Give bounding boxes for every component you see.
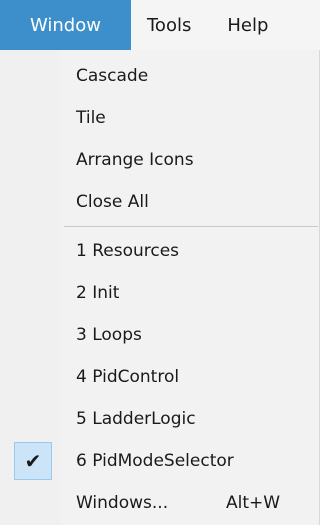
menu-separator [64, 226, 318, 227]
menu-item-arrange-icons[interactable]: Arrange Icons [0, 139, 318, 181]
menu-item-window-3[interactable]: 3 Loops [0, 314, 318, 356]
checkmark-icon: ✔ [14, 442, 52, 480]
menu-item-windows[interactable]: Windows... Alt+W [0, 482, 318, 524]
menu-item-label: Cascade [76, 66, 149, 86]
menu-item-window-1[interactable]: 1 Resources [0, 230, 318, 272]
menu-item-label: Windows... [76, 493, 169, 513]
menu-item-window-4[interactable]: 4 PidControl [0, 356, 318, 398]
menu-item-label: 4 PidControl [76, 367, 180, 387]
menu-window[interactable]: Window [0, 0, 131, 50]
menu-item-label: 6 PidModeSelector [76, 451, 234, 471]
menu-item-label: Tile [76, 108, 106, 128]
menu-item-window-5[interactable]: 5 LadderLogic [0, 398, 318, 440]
menu-item-cascade[interactable]: Cascade [0, 55, 318, 97]
menu-help[interactable]: Help [209, 0, 282, 50]
menu-tools[interactable]: Tools [131, 0, 209, 50]
menu-item-label: 1 Resources [76, 241, 180, 261]
menu-item-shortcut: Alt+W [226, 493, 281, 513]
menu-bar: Window Tools Help [0, 0, 320, 50]
window-dropdown-menu: Cascade Tile Arrange Icons Close All 1 R… [0, 50, 320, 525]
menu-item-label: 2 Init [76, 283, 120, 303]
menu-item-window-2[interactable]: 2 Init [0, 272, 318, 314]
menu-item-close-all[interactable]: Close All [0, 181, 318, 223]
menu-item-label: 3 Loops [76, 325, 142, 345]
menu-item-window-6[interactable]: ✔ 6 PidModeSelector [0, 440, 318, 482]
menu-item-label: Close All [76, 192, 149, 212]
menu-item-label: Arrange Icons [76, 150, 194, 170]
menu-item-tile[interactable]: Tile [0, 97, 318, 139]
menu-item-label: 5 LadderLogic [76, 409, 196, 429]
